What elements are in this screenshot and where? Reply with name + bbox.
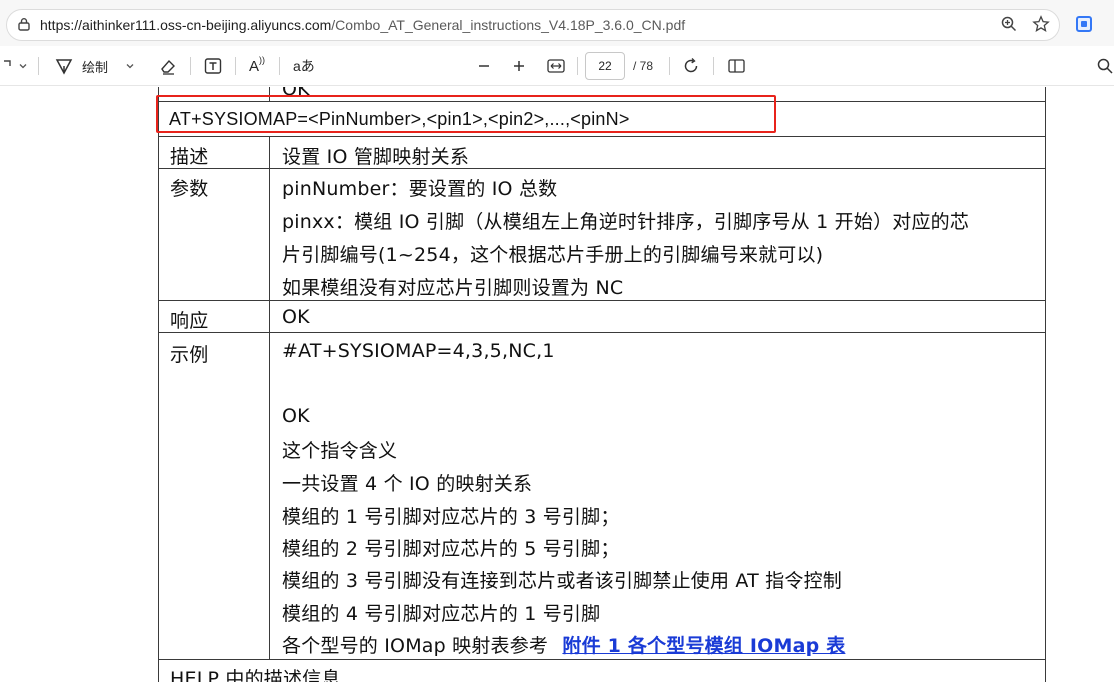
iomap-reference-line: 各个型号的 IOMap 映射表参考 附件 1 各个型号模组 IOMap 表 [282, 631, 845, 658]
zoom-in-icon[interactable] [511, 46, 527, 86]
url-host: https://aithinker111.oss-cn-beijing.aliy… [40, 17, 332, 33]
row-label-response: 响应 [170, 310, 209, 332]
zoom-icon[interactable] [1000, 15, 1018, 33]
toolbar-divider [38, 57, 39, 75]
bottom-cut-text: HELP 中的描述信息 [170, 668, 341, 682]
description-text: 设置 IO 管脚映射关系 [282, 146, 470, 168]
example-line: 一共设置 4 个 IO 的映射关系 [282, 473, 533, 495]
browser-address-bar: https://aithinker111.oss-cn-beijing.aliy… [0, 0, 1114, 46]
draw-label: 绘制 [82, 59, 109, 75]
pdf-page: OK AT+SYSIOMAP=<PinNumber>,<pin1>,<pin2>… [0, 87, 1114, 682]
parameter-line: 如果模组没有对应芯片引脚则设置为 NC [282, 277, 624, 299]
draw-button[interactable]: 绘制 [54, 46, 108, 86]
chevron-down-icon[interactable] [18, 46, 28, 86]
page-view-icon[interactable] [727, 46, 747, 86]
row-divider [158, 659, 1046, 660]
iomap-reference-prefix: 各个型号的 IOMap 映射表参考 [282, 635, 549, 657]
eraser-icon[interactable] [158, 46, 178, 86]
url-path: /Combo_AT_General_instructions_V4.18P_3.… [331, 17, 686, 33]
table-border-right [1045, 87, 1046, 682]
fit-width-icon[interactable] [546, 46, 566, 86]
example-line: 模组的 1 号引脚对应芯片的 3 号引脚； [282, 506, 620, 528]
favorite-star-icon[interactable] [1032, 15, 1050, 33]
row-divider [158, 332, 1046, 333]
response-text: OK [282, 306, 310, 328]
toolbar-divider [713, 57, 714, 75]
toolbar-divider [235, 57, 236, 75]
zoom-out-icon[interactable] [476, 46, 492, 86]
draw-chevron-down-icon[interactable] [125, 46, 135, 86]
page-total: / 78 [633, 59, 654, 73]
search-icon[interactable] [1096, 46, 1114, 86]
example-line: 模组的 2 号引脚对应芯片的 5 号引脚； [282, 538, 620, 560]
read-aloud-label: A [249, 57, 260, 75]
row-label-description: 描述 [170, 146, 209, 168]
column-divider [269, 136, 270, 659]
rotate-icon[interactable] [681, 46, 701, 86]
toolbar-divider [577, 57, 578, 75]
table-border-left [158, 87, 159, 682]
row-divider [158, 136, 1046, 137]
annotation-highlight-box [156, 95, 776, 133]
row-divider [158, 300, 1046, 301]
pdf-toolbar: 绘制 A)) aあ 22 / 78 [0, 46, 1114, 86]
parameter-line: 片引脚编号(1~254，这个根据芯片手册上的引脚编号来就可以) [282, 244, 824, 266]
toolbar-divider [669, 57, 670, 75]
parameter-line: pinxx：模组 IO 引脚（从模组左上角逆时针排序，引脚序号从 1 开始）对应… [282, 211, 970, 233]
example-line: 模组的 4 号引脚对应芯片的 1 号引脚 [282, 603, 601, 625]
toolbar-partial-icon[interactable] [2, 46, 12, 86]
extension-icon[interactable] [1076, 16, 1092, 32]
text-style-button[interactable]: aあ [293, 46, 315, 86]
toolbar-divider [190, 57, 191, 75]
text-box-icon[interactable] [203, 46, 223, 86]
row-label-parameters: 参数 [170, 178, 209, 200]
row-label-example: 示例 [170, 344, 209, 366]
example-line: OK [282, 405, 310, 427]
url-text[interactable]: https://aithinker111.oss-cn-beijing.aliy… [40, 17, 685, 33]
read-aloud-icon: )) [259, 55, 266, 65]
parameter-line: pinNumber：要设置的 IO 总数 [282, 178, 558, 200]
lock-icon[interactable] [17, 17, 31, 31]
page-number-input[interactable]: 22 [585, 52, 625, 80]
example-line: 这个指令含义 [282, 440, 398, 462]
draw-icon [55, 59, 73, 75]
toolbar-divider [279, 57, 280, 75]
read-aloud-button[interactable]: A)) [249, 46, 265, 86]
example-line: 模组的 3 号引脚没有连接到芯片或者该引脚禁止使用 AT 指令控制 [282, 570, 842, 592]
iomap-appendix-link[interactable]: 附件 1 各个型号模组 IOMap 表 [562, 635, 845, 657]
example-line: #AT+SYSIOMAP=4,3,5,NC,1 [282, 340, 555, 362]
